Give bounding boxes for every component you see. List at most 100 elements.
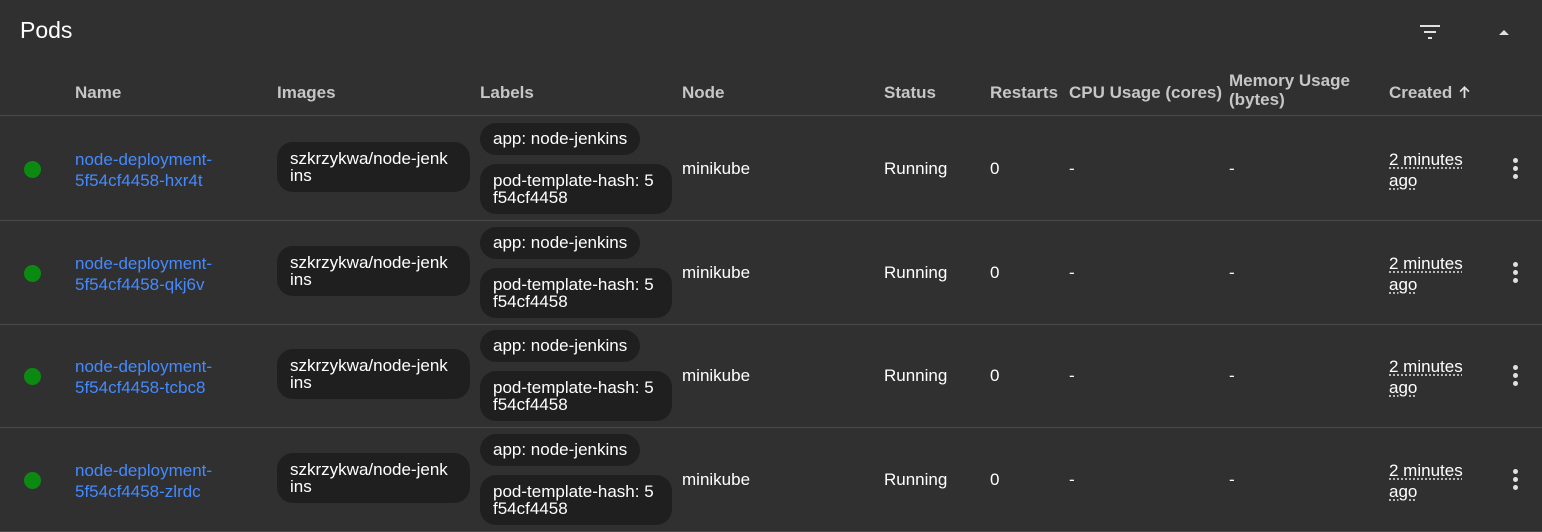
memory-usage-cell: - (1229, 159, 1235, 178)
label-chip-app: app: node-jenkins (480, 330, 641, 362)
created-line1: 2 minutes (1389, 357, 1463, 376)
filter-list-icon (1420, 25, 1440, 39)
pod-name-line2: 5f54cf4458-zlrdc (75, 482, 201, 501)
status-cell: Running (884, 159, 948, 178)
image-chip-line1: szkrzykwa/node-jenk (290, 253, 448, 272)
table-header-row: Name Images Labels Node Status Restarts … (0, 64, 1542, 116)
memory-usage-cell: - (1229, 263, 1235, 282)
cpu-usage-cell: - (1069, 159, 1075, 178)
pods-card: Pods Name Images Labels Node Status Rest… (0, 0, 1542, 532)
image-chip-line1: szkrzykwa/node-jenk (290, 149, 448, 168)
pod-name-line1: node-deployment- (75, 150, 213, 169)
image-chip-line2: ins (290, 166, 312, 185)
table-row: node-deployment- 5f54cf4458-tcbc8 szkrzy… (0, 324, 1542, 428)
arrow-drop-up-icon (1499, 30, 1509, 35)
restarts-cell: 0 (990, 159, 1000, 178)
column-header-cpu: CPU Usage (cores) (1069, 83, 1223, 102)
label-chip-app: app: node-jenkins (480, 123, 641, 155)
row-actions-button[interactable] (1503, 155, 1527, 181)
column-header-created[interactable]: Created (1389, 83, 1471, 102)
node-cell: minikube (682, 470, 751, 489)
pod-name-link[interactable]: node-deployment- 5f54cf4458-hxr4t (75, 149, 265, 191)
column-header-node[interactable]: Node (682, 83, 725, 102)
created-line2: ago (1389, 171, 1418, 190)
collapse-button[interactable] (1490, 18, 1518, 46)
image-chip: szkrzykwa/node-jenk ins (277, 246, 470, 296)
restarts-cell: 0 (990, 366, 1000, 385)
created-cell: 2 minutes ago (1389, 460, 1463, 502)
filter-button[interactable] (1416, 18, 1444, 46)
card-header: Pods (0, 0, 1542, 64)
label-chip-app: app: node-jenkins (480, 227, 641, 259)
label-chip-hash-line2: f54cf4458 (493, 188, 568, 207)
image-chip-line2: ins (290, 373, 312, 392)
node-cell: minikube (682, 159, 751, 178)
created-line1: 2 minutes (1389, 461, 1463, 480)
created-line2: ago (1389, 275, 1418, 294)
more-vert-icon (1512, 157, 1518, 179)
column-header-restarts[interactable]: Restarts (990, 83, 1058, 102)
row-actions-button[interactable] (1503, 466, 1527, 492)
pod-name-link[interactable]: node-deployment- 5f54cf4458-zlrdc (75, 460, 265, 502)
status-running-icon (24, 368, 41, 385)
more-vert-icon (1512, 261, 1518, 283)
created-line1: 2 minutes (1389, 254, 1463, 273)
image-chip-line1: szkrzykwa/node-jenk (290, 460, 448, 479)
label-chip-hash-line1: pod-template-hash: 5 (493, 171, 654, 190)
image-chip-line2: ins (290, 270, 312, 289)
more-vert-icon (1512, 468, 1518, 490)
pod-name-link[interactable]: node-deployment- 5f54cf4458-tcbc8 (75, 356, 265, 398)
label-chip-hash-line1: pod-template-hash: 5 (493, 275, 654, 294)
status-cell: Running (884, 470, 948, 489)
image-chip: szkrzykwa/node-jenk ins (277, 142, 470, 192)
pod-name-line2: 5f54cf4458-qkj6v (75, 275, 205, 294)
column-header-images: Images (277, 83, 336, 102)
cpu-usage-cell: - (1069, 470, 1075, 489)
arrow-upward-icon (1459, 86, 1470, 98)
card-title: Pods (20, 17, 73, 43)
table-row: node-deployment- 5f54cf4458-zlrdc szkrzy… (0, 428, 1542, 532)
column-header-labels: Labels (480, 83, 534, 102)
label-chip-hash: pod-template-hash: 5 f54cf4458 (480, 268, 672, 318)
column-header-memory: Memory Usage (bytes) (1229, 71, 1350, 109)
pod-name-line2: 5f54cf4458-hxr4t (75, 171, 203, 190)
pod-name-link[interactable]: node-deployment- 5f54cf4458-qkj6v (75, 253, 265, 295)
node-cell: minikube (682, 263, 751, 282)
created-cell: 2 minutes ago (1389, 253, 1463, 295)
label-chip-hash-line2: f54cf4458 (493, 499, 568, 518)
restarts-cell: 0 (990, 263, 1000, 282)
pod-name-line1: node-deployment- (75, 254, 213, 273)
more-vert-icon (1512, 364, 1518, 386)
table-row: node-deployment- 5f54cf4458-qkj6v szkrzy… (0, 221, 1542, 325)
cpu-usage-cell: - (1069, 366, 1075, 385)
cpu-usage-cell: - (1069, 263, 1075, 282)
label-chip-hash-line1: pod-template-hash: 5 (493, 378, 654, 397)
table-row: node-deployment- 5f54cf4458-hxr4t szkrzy… (0, 117, 1542, 221)
column-header-status[interactable]: Status (884, 83, 936, 102)
created-line1: 2 minutes (1389, 150, 1463, 169)
node-cell: minikube (682, 366, 751, 385)
column-header-name[interactable]: Name (75, 83, 121, 102)
pod-name-line2: 5f54cf4458-tcbc8 (75, 378, 206, 397)
row-actions-button[interactable] (1503, 362, 1527, 388)
row-actions-button[interactable] (1503, 259, 1527, 285)
created-cell: 2 minutes ago (1389, 356, 1463, 398)
label-chip-hash: pod-template-hash: 5 f54cf4458 (480, 164, 672, 214)
label-chip-hash-line1: pod-template-hash: 5 (493, 482, 654, 501)
label-chip-hash-line2: f54cf4458 (493, 395, 568, 414)
image-chip: szkrzykwa/node-jenk ins (277, 453, 470, 503)
status-running-icon (24, 265, 41, 282)
status-cell: Running (884, 263, 948, 282)
pod-name-line1: node-deployment- (75, 461, 213, 480)
pod-name-line1: node-deployment- (75, 357, 213, 376)
label-chip-app: app: node-jenkins (480, 434, 641, 466)
label-chip-hash-line2: f54cf4458 (493, 292, 568, 311)
label-chip-hash: pod-template-hash: 5 f54cf4458 (480, 371, 672, 421)
created-cell: 2 minutes ago (1389, 149, 1463, 191)
image-chip: szkrzykwa/node-jenk ins (277, 349, 470, 399)
status-running-icon (24, 161, 41, 178)
column-header-memory-line1: Memory Usage (1229, 71, 1350, 90)
status-running-icon (24, 472, 41, 489)
column-header-created-label: Created (1389, 83, 1453, 102)
column-header-memory-line2: (bytes) (1229, 90, 1285, 109)
